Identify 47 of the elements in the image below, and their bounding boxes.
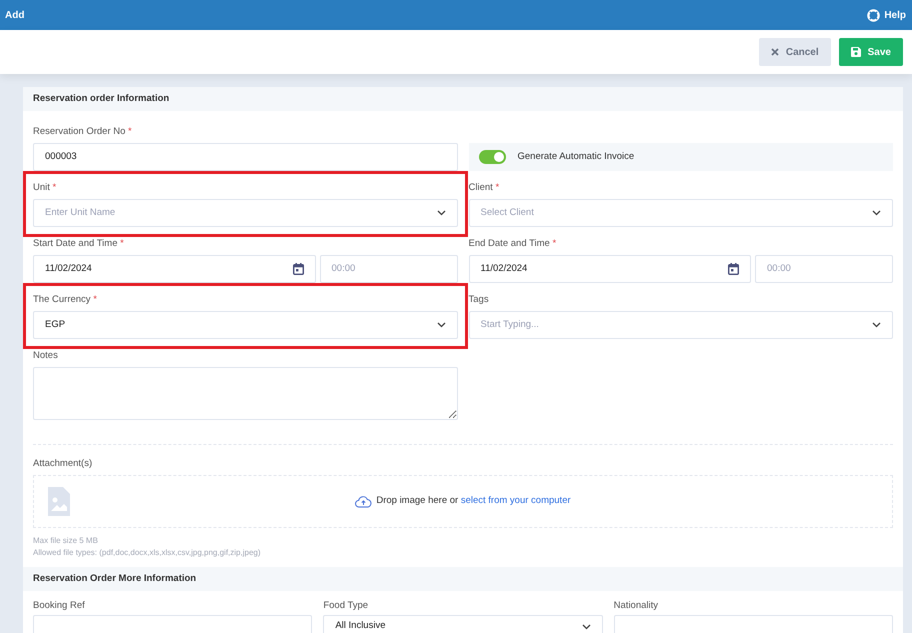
date-field[interactable]: 11/02/2024 <box>33 255 316 283</box>
save-button[interactable]: Save <box>838 38 903 66</box>
field-label: Client * <box>468 181 500 195</box>
time-field[interactable]: 00:00 <box>755 255 893 283</box>
toggle-label: Generate Automatic Invoice <box>518 150 634 164</box>
calendar-icon[interactable] <box>292 263 304 275</box>
help-link[interactable]: Help <box>867 8 906 22</box>
field-label: End Date and Time * <box>468 237 558 251</box>
select-field[interactable]: Enter Unit Name <box>33 199 458 227</box>
help-text: Allowed file types: (pdf,doc,docx,xls,xlsx,csv,jpg,png,gif,zip,jpeg) <box>33 547 262 559</box>
input-field[interactable]: 000003 <box>33 143 458 171</box>
notes-field[interactable] <box>33 367 458 420</box>
field-label: Unit * <box>33 181 58 195</box>
section-header: Reservation order Information <box>23 87 903 111</box>
field-label: Notes <box>33 349 59 363</box>
field-label: Attachment(s) <box>33 457 94 471</box>
chevron-down-icon <box>872 210 881 216</box>
page-title: Add <box>5 8 24 22</box>
close-icon <box>770 48 779 56</box>
drop-instructions: Drop image here or select from your computer <box>376 494 571 508</box>
select-field[interactable]: Start Typing... <box>468 311 893 339</box>
select-field[interactable]: EGP <box>33 311 458 339</box>
help-text: Max file size 5 MB <box>33 535 99 547</box>
field-label: Nationality <box>614 599 660 613</box>
drop-zone[interactable]: Drop image here or select from your computer <box>33 475 893 528</box>
cloud-upload-icon <box>355 496 372 508</box>
chevron-down-icon <box>582 624 591 630</box>
section-header: Reservation Order More Information <box>23 567 903 591</box>
field-label: Tags <box>468 293 490 307</box>
time-field[interactable]: 00:00 <box>320 255 458 283</box>
calendar-icon[interactable] <box>728 263 739 275</box>
field-label: Food Type <box>323 599 370 613</box>
select-field[interactable]: All Inclusive <box>323 615 603 633</box>
lifebuoy-icon <box>867 8 880 22</box>
chevron-down-icon <box>436 322 446 328</box>
field-label: The Currency * <box>33 293 98 307</box>
date-field[interactable]: 11/02/2024 <box>468 255 751 283</box>
cancel-button[interactable]: Cancel <box>758 38 831 66</box>
chevron-down-icon <box>436 210 446 216</box>
chevron-down-icon <box>872 322 881 328</box>
image-file-icon <box>48 487 70 516</box>
field-label: Start Date and Time * <box>33 237 125 251</box>
field-label: Booking Ref <box>33 599 86 613</box>
field-label: Reservation Order No * <box>33 125 133 139</box>
select-field[interactable]: Select Client <box>468 199 893 227</box>
toggle-switch[interactable] <box>478 150 506 164</box>
select-file-link[interactable]: select from your computer <box>460 495 571 506</box>
